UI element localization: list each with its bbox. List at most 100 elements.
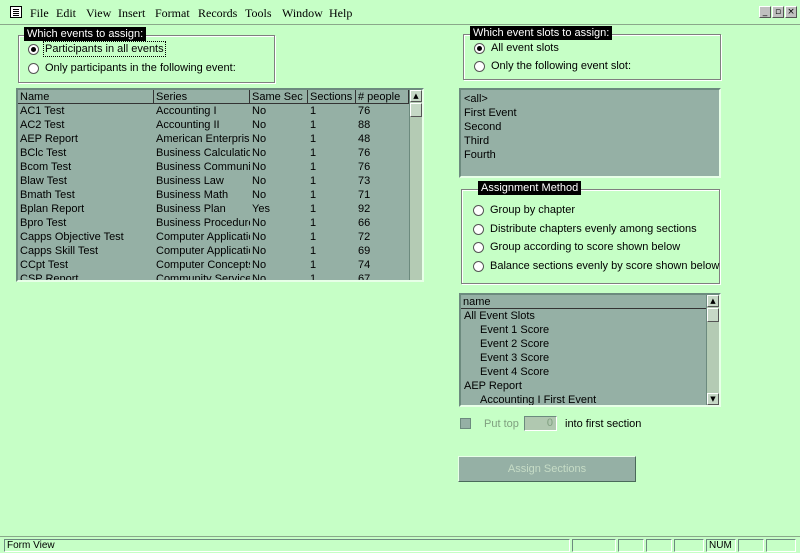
cell-sections[interactable]: 1 xyxy=(308,132,356,146)
cell-people[interactable]: 88 xyxy=(356,118,409,132)
cell-series[interactable]: Computer Applications xyxy=(154,230,250,244)
cell-same-sec[interactable]: No xyxy=(250,160,308,174)
cell-same-sec[interactable]: No xyxy=(250,230,308,244)
menu-tools[interactable]: Tools xyxy=(245,6,272,21)
cell-series[interactable]: Business Calculation xyxy=(154,146,250,160)
col-people[interactable]: # people xyxy=(356,90,409,104)
score-list-item[interactable]: Event 4 Score xyxy=(461,365,719,379)
cell-sections[interactable]: 1 xyxy=(308,244,356,258)
cell-name[interactable]: Capps Objective Test xyxy=(18,230,154,244)
cell-same-sec[interactable]: No xyxy=(250,132,308,146)
method-option-balance[interactable]: Balance sections evenly by score shown b… xyxy=(473,260,719,272)
events-option-following[interactable]: Only participants in the following event… xyxy=(28,62,236,74)
menu-window[interactable]: Window xyxy=(282,6,323,21)
menu-view[interactable]: View xyxy=(86,6,111,21)
cell-series[interactable]: American Enterprise xyxy=(154,132,250,146)
score-list-item[interactable]: Event 2 Score xyxy=(461,337,719,351)
cell-series[interactable]: Business Procedures xyxy=(154,216,250,230)
cell-sections[interactable]: 1 xyxy=(308,230,356,244)
cell-same-sec[interactable]: No xyxy=(250,258,308,272)
radio-unselected-icon[interactable] xyxy=(473,260,484,272)
cell-people[interactable]: 48 xyxy=(356,132,409,146)
cell-name[interactable]: Bcom Test xyxy=(18,160,154,174)
cell-sections[interactable]: 1 xyxy=(308,118,356,132)
table-row[interactable]: AC1 Test Accounting I No 1 76 xyxy=(18,104,422,118)
cell-name[interactable]: BClc Test xyxy=(18,146,154,160)
cell-people[interactable]: 92 xyxy=(356,202,409,216)
table-row[interactable]: Blaw Test Business Law No 1 73 xyxy=(18,174,422,188)
cell-sections[interactable]: 1 xyxy=(308,272,356,280)
events-grid-scrollbar[interactable]: ▲ xyxy=(409,90,422,280)
cell-same-sec[interactable]: No xyxy=(250,272,308,280)
cell-people[interactable]: 67 xyxy=(356,272,409,280)
events-option-all[interactable]: Participants in all events xyxy=(28,41,166,57)
scroll-down-icon[interactable]: ▼ xyxy=(707,393,719,405)
table-row[interactable]: Bmath Test Business Math No 1 71 xyxy=(18,188,422,202)
col-name[interactable]: Name xyxy=(18,90,154,104)
col-same-sec[interactable]: Same Sec xyxy=(250,90,308,104)
cell-people[interactable]: 72 xyxy=(356,230,409,244)
col-sections[interactable]: Sections xyxy=(308,90,356,104)
cell-name[interactable]: AC1 Test xyxy=(18,104,154,118)
cell-sections[interactable]: 1 xyxy=(308,146,356,160)
table-row[interactable]: AEP Report American Enterprise No 1 48 xyxy=(18,132,422,146)
col-series[interactable]: Series xyxy=(154,90,250,104)
slots-option-following[interactable]: Only the following event slot: xyxy=(474,60,631,72)
cell-people[interactable]: 66 xyxy=(356,216,409,230)
radio-unselected-icon[interactable] xyxy=(473,204,484,216)
radio-selected-icon[interactable] xyxy=(474,42,485,54)
scroll-thumb[interactable] xyxy=(410,103,422,117)
cell-people[interactable]: 71 xyxy=(356,188,409,202)
radio-unselected-icon[interactable] xyxy=(28,62,39,74)
cell-sections[interactable]: 1 xyxy=(308,174,356,188)
cell-name[interactable]: Capps Skill Test xyxy=(18,244,154,258)
radio-unselected-icon[interactable] xyxy=(473,241,484,253)
cell-sections[interactable]: 1 xyxy=(308,202,356,216)
put-top-input[interactable]: 0 xyxy=(524,416,557,431)
cell-same-sec[interactable]: No xyxy=(250,216,308,230)
cell-same-sec[interactable]: No xyxy=(250,244,308,258)
cell-name[interactable]: AEP Report xyxy=(18,132,154,146)
cell-sections[interactable]: 1 xyxy=(308,188,356,202)
cell-name[interactable]: Blaw Test xyxy=(18,174,154,188)
cell-people[interactable]: 76 xyxy=(356,160,409,174)
score-list-item[interactable]: All Event Slots xyxy=(461,309,719,323)
score-list-scrollbar[interactable]: ▲ ▼ xyxy=(706,295,719,405)
menu-help[interactable]: Help xyxy=(329,6,352,21)
cell-name[interactable]: AC2 Test xyxy=(18,118,154,132)
restore-button[interactable]: ▫ xyxy=(772,6,784,18)
slots-list-item[interactable]: <all> xyxy=(461,92,719,106)
score-list-item[interactable]: AEP Report xyxy=(461,379,719,393)
table-row[interactable]: Bcom TestBusiness CommunicationNo176 xyxy=(18,160,422,174)
slots-list-item[interactable]: Third xyxy=(461,134,719,148)
score-list-item[interactable]: Event 1 Score xyxy=(461,323,719,337)
cell-series[interactable]: Computer Concepts xyxy=(154,258,250,272)
minimize-button[interactable]: _ xyxy=(759,6,771,18)
cell-series[interactable]: Business Law xyxy=(154,174,250,188)
cell-name[interactable]: CCpt Test xyxy=(18,258,154,272)
cell-people[interactable]: 76 xyxy=(356,104,409,118)
cell-same-sec[interactable]: No xyxy=(250,146,308,160)
scroll-thumb[interactable] xyxy=(707,308,719,322)
slots-list[interactable]: <all> First Event Second Third Fourth xyxy=(459,88,721,178)
table-row[interactable]: AC2 Test Accounting II No 1 88 xyxy=(18,118,422,132)
slots-option-all[interactable]: All event slots xyxy=(474,42,559,54)
cell-people[interactable]: 73 xyxy=(356,174,409,188)
scroll-up-icon[interactable]: ▲ xyxy=(707,295,719,307)
put-top-checkbox[interactable] xyxy=(460,418,471,429)
menu-insert[interactable]: Insert xyxy=(118,6,145,21)
cell-series[interactable]: Business Math xyxy=(154,188,250,202)
assign-sections-button[interactable]: Assign Sections xyxy=(458,456,636,482)
cell-people[interactable]: 76 xyxy=(356,146,409,160)
menu-records[interactable]: Records xyxy=(198,6,237,21)
cell-series[interactable]: Accounting II xyxy=(154,118,250,132)
table-row[interactable]: CCpt Test Computer Concepts No 1 74 xyxy=(18,258,422,272)
cell-series[interactable]: Community Service xyxy=(154,272,250,280)
cell-same-sec[interactable]: No xyxy=(250,174,308,188)
cell-sections[interactable]: 1 xyxy=(308,160,356,174)
menu-edit[interactable]: Edit xyxy=(56,6,76,21)
radio-unselected-icon[interactable] xyxy=(473,223,484,235)
table-row[interactable]: Bplan Report Business Plan Yes 1 92 xyxy=(18,202,422,216)
cell-name[interactable]: Bmath Test xyxy=(18,188,154,202)
cell-people[interactable]: 74 xyxy=(356,258,409,272)
